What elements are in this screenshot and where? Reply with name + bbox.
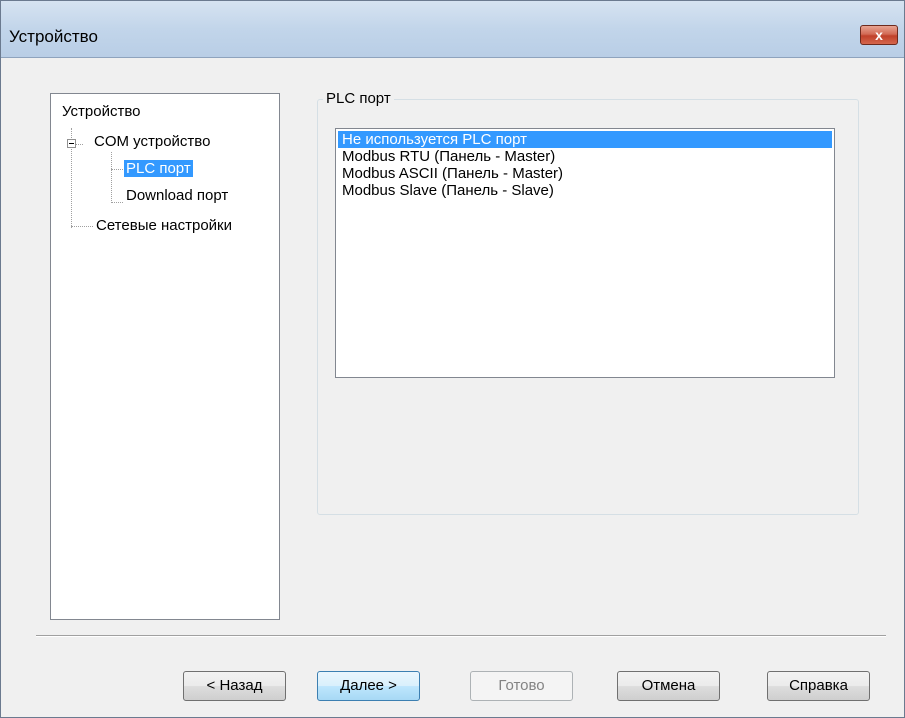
tree-item-device[interactable]: Устройство: [62, 102, 140, 122]
tree-item-label: Сетевые настройки: [96, 217, 232, 234]
tree-item-network-settings[interactable]: Сетевые настройки: [96, 216, 232, 236]
tree-line: [111, 152, 112, 203]
cancel-button[interactable]: Отмена: [617, 671, 720, 701]
next-button[interactable]: Далее >: [317, 671, 420, 701]
tree-item-plc-port[interactable]: PLC порт: [124, 159, 193, 179]
help-button[interactable]: Справка: [767, 671, 870, 701]
device-tree[interactable]: Устройство COM устройство PLC порт Downl…: [50, 93, 280, 620]
tree-line: [71, 226, 93, 227]
tree-item-label: PLC порт: [124, 160, 193, 177]
plc-port-listbox[interactable]: Не используется PLC порт Modbus RTU (Пан…: [335, 128, 835, 378]
list-item[interactable]: Modbus Slave (Панель - Slave): [338, 182, 832, 199]
tree-line: [111, 202, 123, 203]
finish-button[interactable]: Готово: [470, 671, 573, 701]
separator: [36, 635, 886, 637]
tree-item-label: COM устройство: [94, 133, 211, 150]
device-dialog: Устройство x Устройство COM устройство P…: [0, 0, 905, 718]
collapse-icon[interactable]: [67, 139, 76, 148]
tree-item-com-device[interactable]: COM устройство: [94, 132, 210, 152]
close-icon: x: [875, 27, 883, 43]
tree-item-label: Устройство: [62, 103, 141, 120]
list-item[interactable]: Modbus RTU (Панель - Master): [338, 148, 832, 165]
tree-line: [111, 169, 123, 170]
tree-item-download-port[interactable]: Download порт: [126, 186, 228, 206]
tree-item-label: Download порт: [126, 187, 229, 204]
back-button[interactable]: < Назад: [183, 671, 286, 701]
list-item[interactable]: Modbus ASCII (Панель - Master): [338, 165, 832, 182]
window-title: Устройство: [9, 27, 98, 46]
tree-line: [75, 144, 83, 145]
title-bar: Устройство x: [1, 1, 904, 58]
close-button[interactable]: x: [860, 25, 898, 45]
group-title: PLC порт: [323, 90, 394, 107]
list-item[interactable]: Не используется PLC порт: [338, 131, 832, 148]
